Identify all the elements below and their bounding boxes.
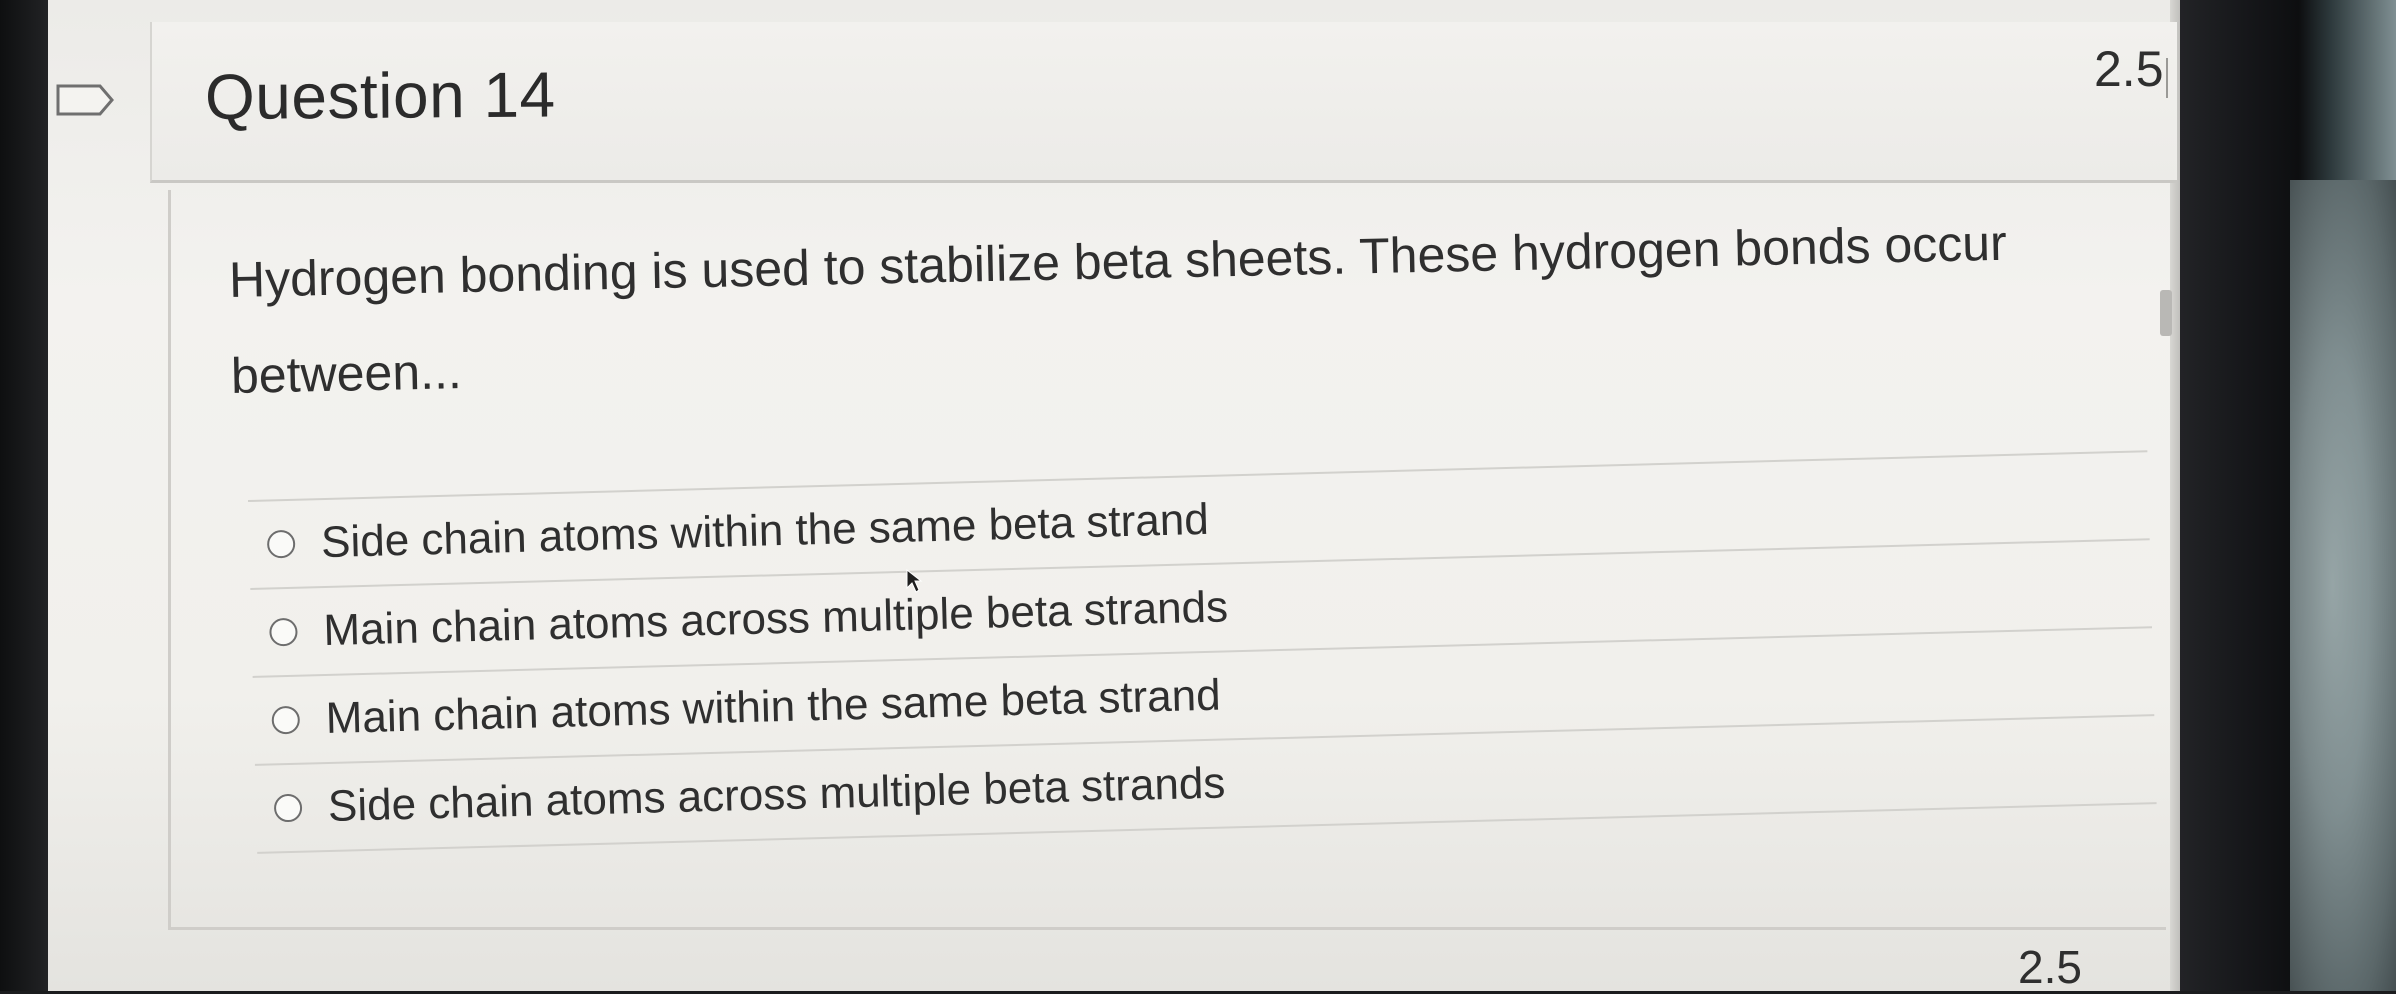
points-divider (2166, 58, 2168, 98)
question-prompt: Hydrogen bonding is used to stabilize be… (228, 194, 2052, 424)
radio-button-icon[interactable] (266, 529, 296, 559)
radio-button-icon[interactable] (273, 793, 303, 823)
question-title: Question 14 (204, 58, 556, 133)
answer-label: Main chain atoms across multiple beta st… (322, 582, 1229, 656)
mouse-pointer-icon (906, 568, 923, 593)
question-points: 2.5 (2094, 41, 2164, 97)
radio-button-icon[interactable] (271, 705, 301, 735)
next-question-points: 2.5 (2018, 941, 2082, 993)
answer-label: Side chain atoms across multiple beta st… (327, 758, 1226, 832)
flag-icon[interactable] (56, 82, 116, 118)
answer-list: Side chain atoms within the same beta st… (248, 450, 2157, 854)
answer-label: Side chain atoms within the same beta st… (320, 494, 1210, 568)
answer-label: Main chain atoms within the same beta st… (325, 670, 1222, 744)
radio-button-icon[interactable] (269, 617, 298, 647)
background-fabric (2290, 180, 2396, 991)
